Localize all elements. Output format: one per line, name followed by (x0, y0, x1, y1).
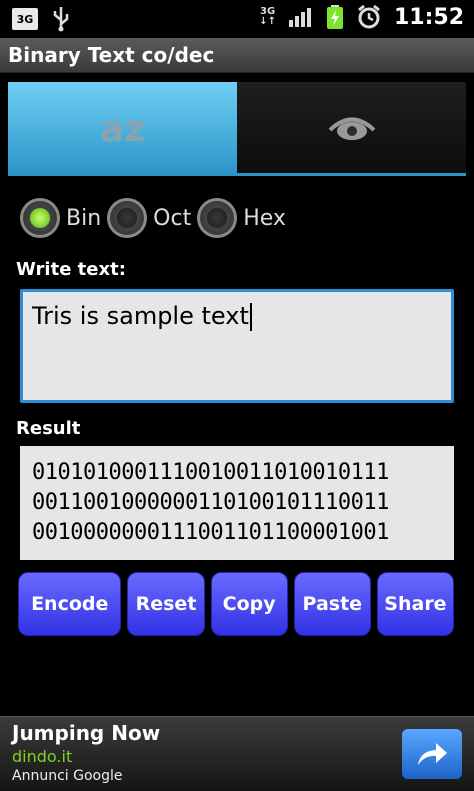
usb-icon (53, 7, 69, 32)
ad-domain[interactable]: dindo.it (12, 747, 72, 766)
radio-bin-indicator[interactable] (20, 198, 60, 238)
ad-banner[interactable]: Jumping Now dindo.it Annunci Google (0, 716, 474, 791)
copy-button[interactable]: Copy (210, 572, 288, 636)
radio-bin-label: Bin (66, 205, 102, 231)
ad-title[interactable]: Jumping Now (12, 721, 160, 745)
app-title-bar: Binary Text co/dec (0, 38, 474, 73)
network-type-label: 3G (16, 12, 34, 26)
alarm-icon (358, 4, 380, 29)
result-output[interactable]: 0101010001110010011010010111 00110010000… (20, 446, 454, 560)
tab-preview[interactable] (237, 82, 466, 176)
radio-bin[interactable]: Bin (20, 198, 101, 238)
tab-text[interactable]: az (8, 82, 237, 176)
share-arrow-icon (418, 743, 447, 765)
encode-button[interactable]: Encode (18, 572, 122, 636)
text-input[interactable]: Tris is sample text (20, 289, 454, 403)
text-input-value: Tris is sample text (32, 302, 249, 330)
radio-oct-label: Oct (153, 205, 192, 231)
eye-icon (328, 117, 375, 140)
action-buttons: Encode Reset Copy Paste Share (18, 572, 454, 636)
status-bar: 3G 3G ↓↑ 11:52 (0, 0, 474, 38)
write-text-label: Write text: (16, 259, 126, 280)
result-line: 0011001000000110100101110011 (32, 490, 389, 515)
3g-data-icon: 3G ↓↑ (259, 6, 276, 27)
signal-icon (288, 8, 311, 27)
battery-charging-icon (326, 5, 343, 29)
text-cursor (249, 303, 252, 331)
app-title: Binary Text co/dec (8, 43, 215, 67)
result-line: 0010000000111001101100001001 (32, 520, 389, 545)
share-button[interactable]: Share (376, 572, 454, 636)
3g-icon: 3G (12, 8, 38, 30)
radio-hex-indicator[interactable] (197, 198, 238, 238)
clock: 11:52 (393, 4, 464, 30)
reset-button[interactable]: Reset (127, 572, 205, 636)
radio-oct[interactable]: Oct (107, 198, 191, 238)
ad-open-button[interactable] (402, 729, 462, 779)
result-line: 0101010001110010011010010111 (32, 460, 389, 485)
tab-bar: az (8, 82, 466, 176)
radio-oct-indicator[interactable] (107, 198, 148, 238)
tab-text-label: az (99, 108, 146, 150)
radio-hex-label: Hex (243, 205, 286, 231)
radio-hex[interactable]: Hex (197, 198, 286, 238)
paste-button[interactable]: Paste (293, 572, 371, 636)
ad-provider: Annunci Google (12, 768, 123, 784)
result-label: Result (16, 418, 81, 439)
encoding-radio-group: Bin Oct Hex (20, 198, 292, 238)
